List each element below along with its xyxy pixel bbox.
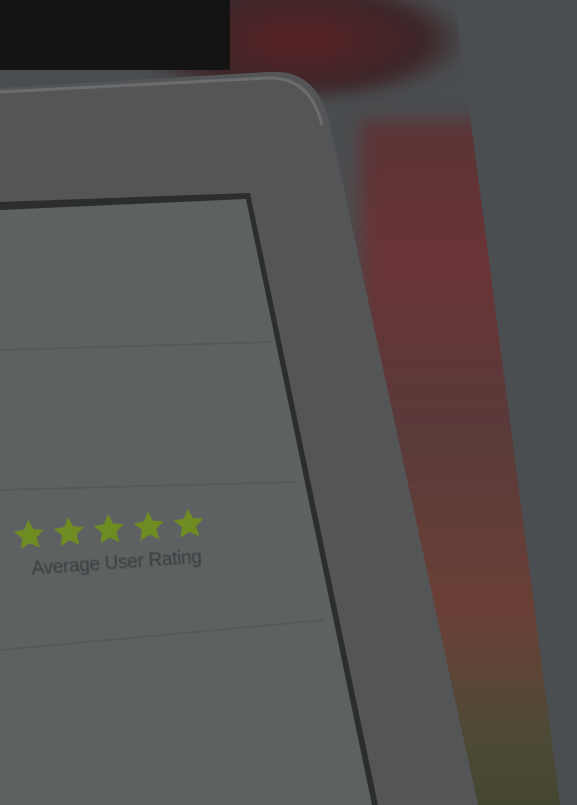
star-icon [133, 511, 164, 541]
star-icon [13, 519, 44, 549]
tablet-device [0, 71, 478, 805]
star-icon [93, 514, 124, 544]
star-icon [173, 508, 204, 538]
photo-scene: Average User Rating [0, 0, 577, 805]
star-icon [53, 516, 84, 547]
